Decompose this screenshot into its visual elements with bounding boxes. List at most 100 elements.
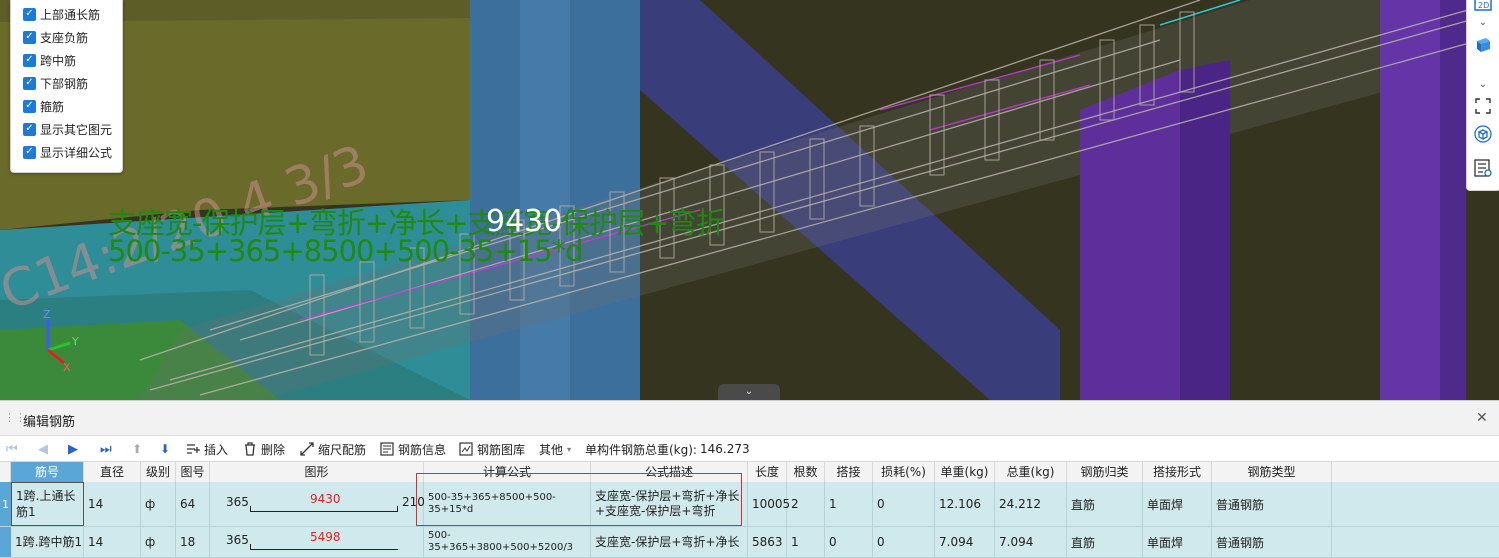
column-header[interactable]: 钢筋归类 (1067, 462, 1143, 483)
cell-unit-weight[interactable]: 7.094 (935, 527, 995, 557)
cube-icon[interactable] (1473, 35, 1493, 55)
insert-button[interactable]: 插入 (186, 440, 228, 458)
first-record-icon[interactable]: ⏮ (6, 440, 18, 458)
layer-toggle[interactable]: ✓ 下部钢筋 (23, 74, 88, 92)
column-header[interactable]: 级别 (141, 462, 176, 483)
rebar-shape-cell[interactable]: 365 5498 (210, 527, 424, 557)
cell-shape-no[interactable]: 64 (176, 482, 210, 526)
insert-icon (187, 444, 200, 454)
cell-lap-type[interactable]: 单面焊 (1143, 527, 1212, 557)
last-record-icon[interactable]: ⏭ (100, 440, 112, 458)
cell-count[interactable]: 1 (787, 527, 825, 557)
column-header[interactable]: 筋号 (11, 462, 84, 483)
column-header[interactable]: 根数 (787, 462, 825, 483)
table-row[interactable]: 1跨.跨中筋1 14 ф 18 365 5498 500-35+365+3800+500+5… (0, 527, 1499, 558)
axis-gizmo: Z Y X (43, 308, 79, 374)
cell-diameter[interactable]: 14 (84, 527, 141, 557)
cell-shape-no[interactable]: 18 (176, 527, 210, 557)
layer-toggle[interactable]: ✓ 支座负筋 (23, 28, 88, 46)
move-down-icon[interactable]: ⬇ (160, 440, 170, 458)
trash-icon (245, 442, 255, 456)
cell-length[interactable]: 10005 (748, 482, 790, 526)
layer-label: 跨中筋 (40, 53, 77, 68)
column-header[interactable]: 图形 (210, 462, 424, 483)
fullscreen-icon[interactable] (1473, 96, 1493, 116)
cell-formula[interactable]: 500-35+365+3800+500+5200/3 (424, 527, 591, 557)
column-header[interactable]: 总重(kg) (995, 462, 1067, 483)
cell-lap[interactable]: 1 (825, 482, 873, 526)
checkbox-icon[interactable]: ✓ (23, 145, 36, 159)
column-header[interactable]: 直径(mm) (84, 462, 141, 500)
cell-category[interactable]: 直筋 (1067, 527, 1143, 557)
rebar-shape-line (250, 544, 398, 550)
next-record-icon[interactable]: ▶ (68, 440, 78, 458)
prev-record-icon[interactable]: ◀ (38, 440, 48, 458)
rebar-name-cell[interactable]: 1跨.跨中筋1 (11, 527, 84, 557)
column-header[interactable]: 图号 (176, 462, 210, 483)
shape-left-value: 365 (226, 495, 249, 509)
other-menu[interactable]: 其他 ▾ (539, 440, 571, 458)
property-list-icon[interactable] (1473, 158, 1493, 178)
cell-length[interactable]: 5863 (748, 527, 787, 557)
layer-toggle[interactable]: ✓ 上部通长筋 (23, 5, 100, 23)
checkbox-icon[interactable]: ✓ (23, 122, 36, 136)
column-header[interactable]: 搭接 (825, 462, 873, 483)
cell-count[interactable]: 2 (787, 482, 825, 526)
collapse-panel-tab[interactable]: ⌄ (718, 384, 780, 400)
cell-total-weight[interactable]: 24.212 (995, 482, 1067, 526)
cell-description[interactable]: 支座宽-保护层+弯折+净长 (591, 527, 748, 557)
checkbox-icon[interactable]: ✓ (23, 53, 36, 67)
caret-down-icon: ▾ (567, 444, 572, 454)
rebar-name-cell[interactable]: 1跨.上通长筋1 (11, 482, 84, 526)
3d-viewport[interactable]: C14:2/20 4 3/3 ✓ 上部通长筋 ✓ 支座负筋 ✓ 跨中筋 ✓ 下部钢筋 ✓ 箍筋 ✓ 显… (0, 0, 1499, 400)
delete-button[interactable]: 删除 (243, 440, 285, 458)
layer-label: 下部钢筋 (40, 76, 89, 91)
panel-title: 编辑钢筋 (23, 415, 76, 430)
rebar-library-button[interactable]: 钢筋图库 (459, 440, 525, 458)
shape-mid-value: 5498 (310, 530, 341, 544)
svg-text:2D: 2D (1478, 1, 1489, 10)
rebar-shape-cell[interactable]: 365 9430 210 (210, 482, 425, 526)
cell-rebar-type[interactable]: 普通钢筋 (1212, 527, 1332, 557)
checkbox-icon[interactable]: ✓ (23, 76, 36, 90)
column-header[interactable]: 单重(kg) (935, 462, 995, 483)
checkbox-icon[interactable]: ✓ (23, 30, 36, 44)
column-header[interactable]: 钢筋类型 (1212, 462, 1332, 483)
rebar-info-button[interactable]: 钢筋信息 (380, 440, 446, 458)
scale-rebar-button[interactable]: 缩尺配筋 (300, 440, 366, 458)
cell-category[interactable]: 直筋 (1067, 482, 1143, 526)
column-header[interactable]: 搭接形式 (1143, 462, 1212, 483)
table-row[interactable]: 1 1跨.上通长筋1 14 ф 64 365 9430 210 500-35+365+8500+… (0, 482, 1499, 527)
close-icon[interactable]: ✕ (1476, 410, 1488, 426)
layer-toggle[interactable]: ✓ 显示详细公式 (23, 143, 112, 161)
cell-grade[interactable]: ф (141, 482, 176, 526)
scale-icon (300, 442, 314, 456)
checkbox-icon[interactable]: ✓ (23, 99, 36, 113)
shape-left-value: 365 (226, 533, 249, 547)
cell-lap[interactable]: 0 (825, 527, 873, 557)
cube-view-icon[interactable] (1473, 124, 1493, 144)
chevron-down-icon[interactable]: ⌄ (1473, 12, 1493, 32)
layer-toggle[interactable]: ✓ 跨中筋 (23, 51, 76, 69)
cell-total-weight[interactable]: 7.094 (995, 527, 1067, 557)
column-header[interactable]: 损耗(%) (873, 462, 935, 483)
chevron-down-icon[interactable]: ⌄ (1473, 74, 1493, 94)
shape-mid-value: 9430 (310, 492, 341, 506)
layer-toggle[interactable]: ✓ 箍筋 (23, 97, 64, 115)
cell-lap-type[interactable]: 单面焊 (1143, 482, 1212, 526)
cell-loss[interactable]: 0 (873, 527, 935, 557)
column-header[interactable]: 长度 (748, 462, 787, 483)
move-up-icon[interactable]: ⬆ (132, 440, 142, 458)
row-number[interactable]: 1 (0, 482, 11, 526)
cell-grade[interactable]: ф (141, 527, 176, 557)
axis-x-label: X (63, 361, 71, 374)
cell-diameter[interactable]: 14 (84, 482, 141, 526)
cell-unit-weight[interactable]: 12.106 (935, 482, 995, 526)
layer-toggle[interactable]: ✓ 显示其它图元 (23, 120, 112, 138)
checkbox-icon[interactable]: ✓ (23, 7, 36, 21)
cell-loss[interactable]: 0 (873, 482, 935, 526)
cell-rebar-type[interactable]: 普通钢筋 (1212, 482, 1332, 526)
layer-label: 箍筋 (40, 99, 65, 114)
row-number[interactable] (0, 527, 11, 557)
panel-titlebar: ⋮⋮ 编辑钢筋 ✕ (0, 401, 1499, 436)
